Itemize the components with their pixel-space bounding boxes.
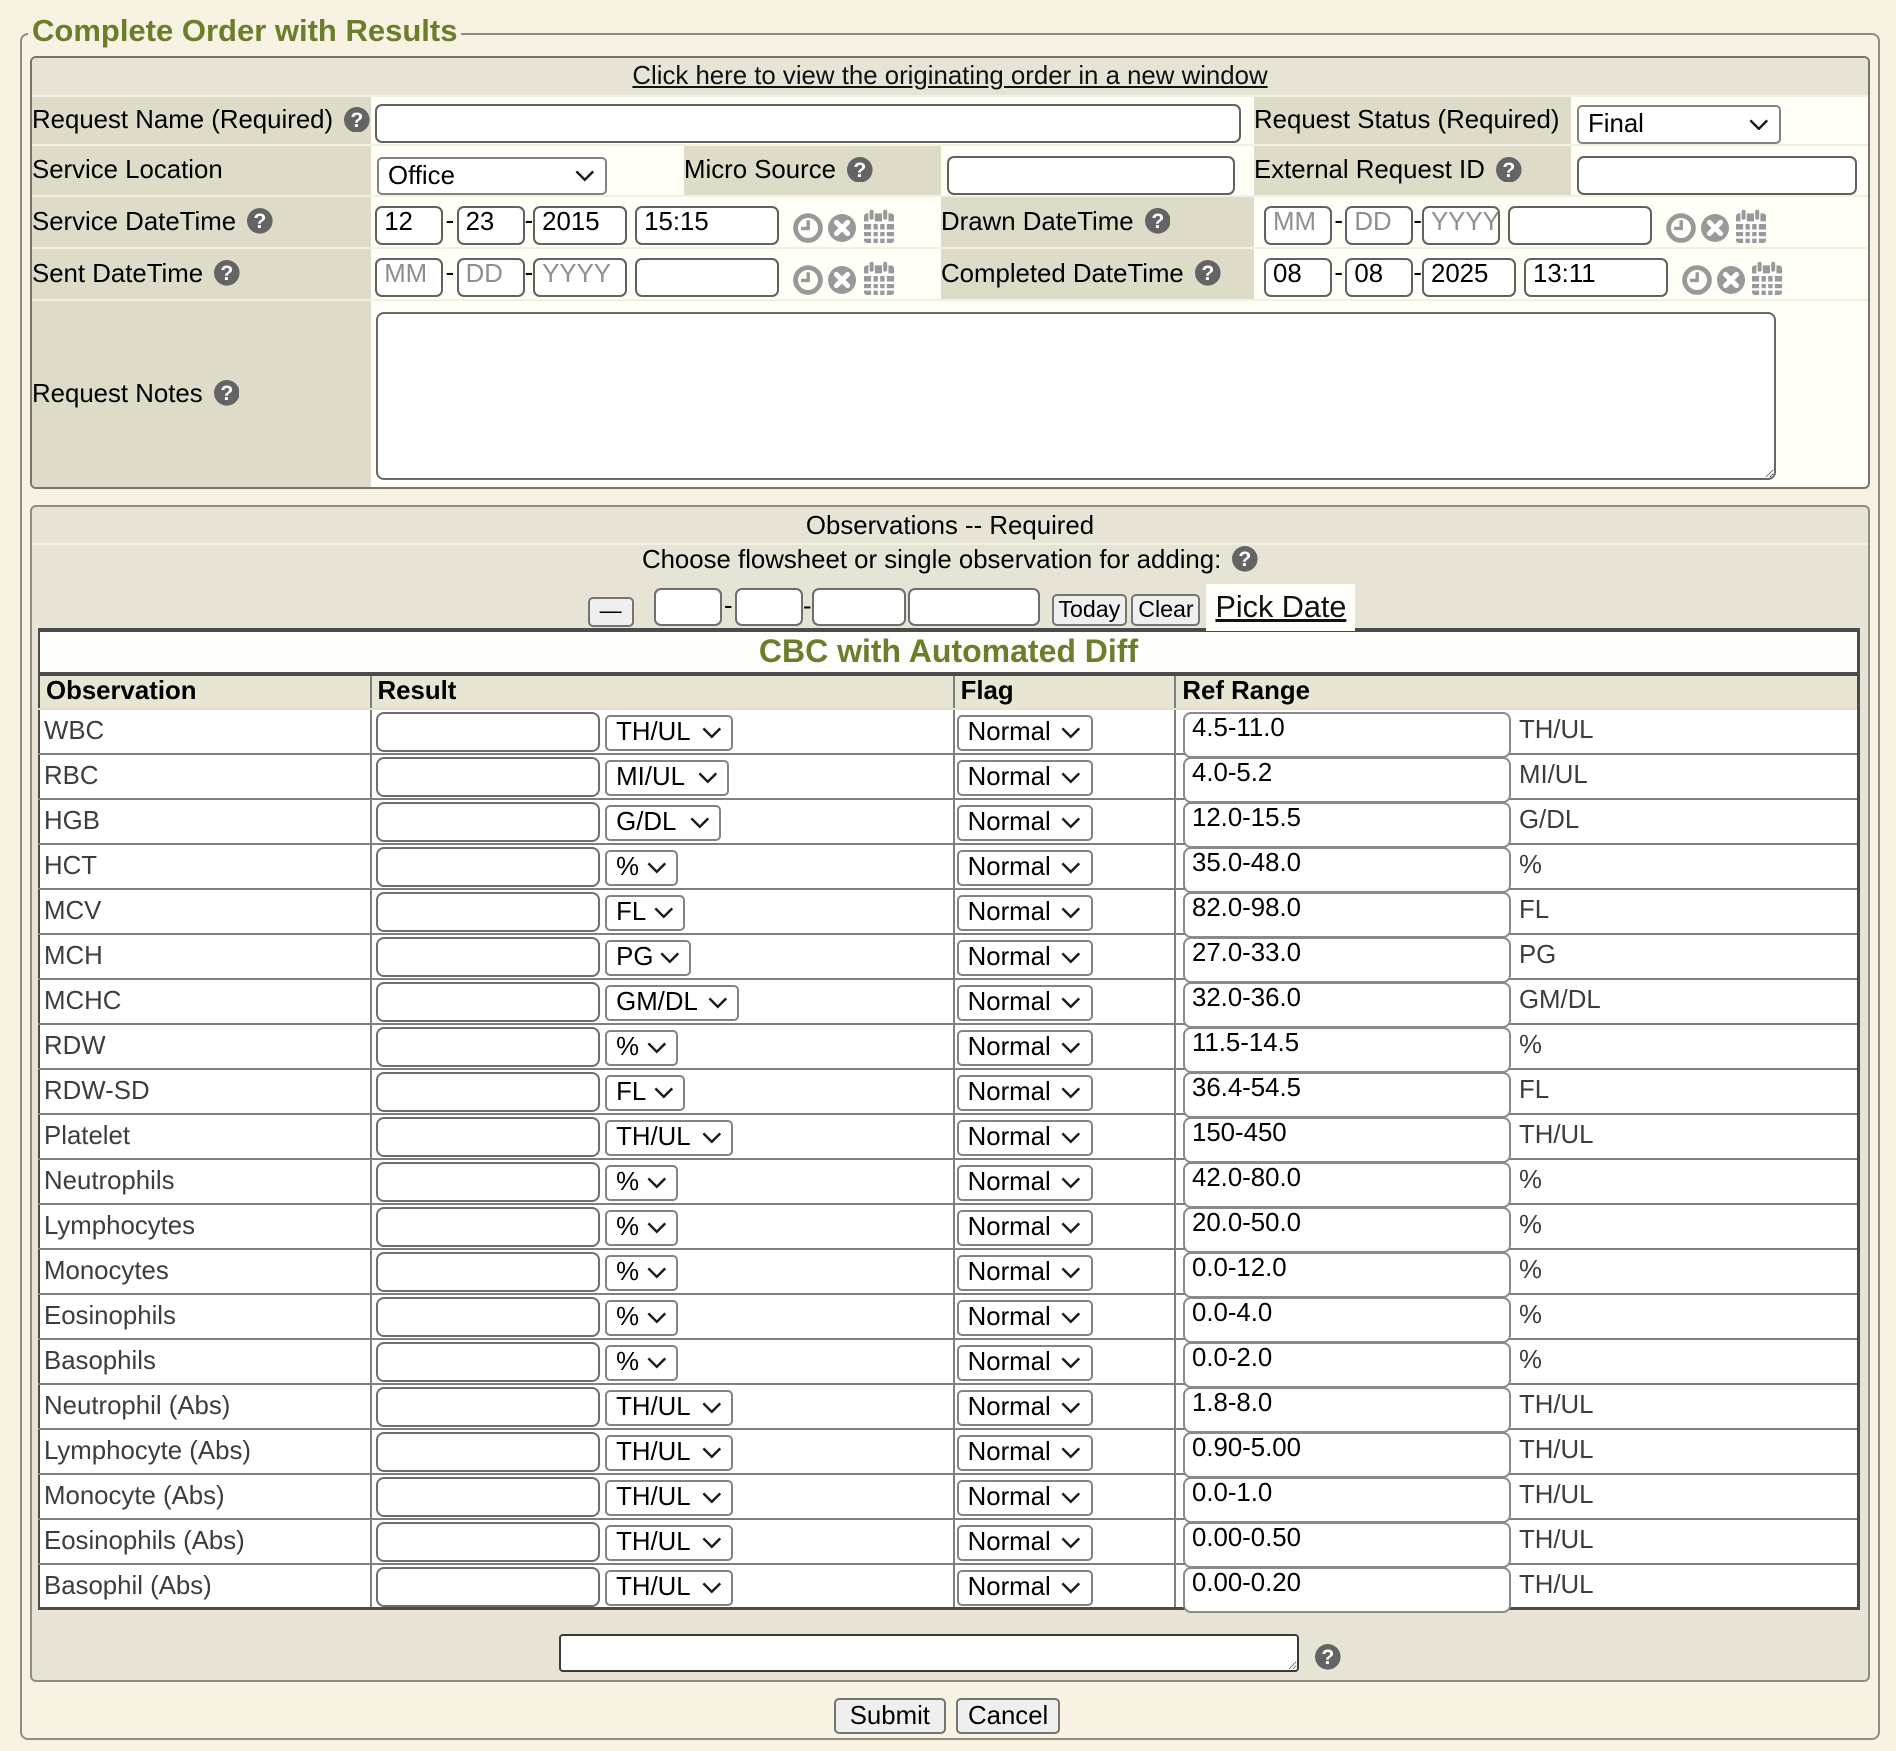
svg-text:?: ? bbox=[1322, 1647, 1335, 1670]
svg-text:?: ? bbox=[1239, 549, 1252, 572]
svg-text:?: ? bbox=[1502, 159, 1515, 182]
svg-text:?: ? bbox=[1201, 262, 1214, 285]
svg-text:?: ? bbox=[853, 159, 866, 182]
svg-text:?: ? bbox=[351, 109, 364, 132]
svg-text:?: ? bbox=[1151, 210, 1164, 233]
svg-text:?: ? bbox=[221, 262, 234, 285]
svg-text:?: ? bbox=[220, 382, 233, 405]
svg-text:?: ? bbox=[254, 210, 267, 233]
